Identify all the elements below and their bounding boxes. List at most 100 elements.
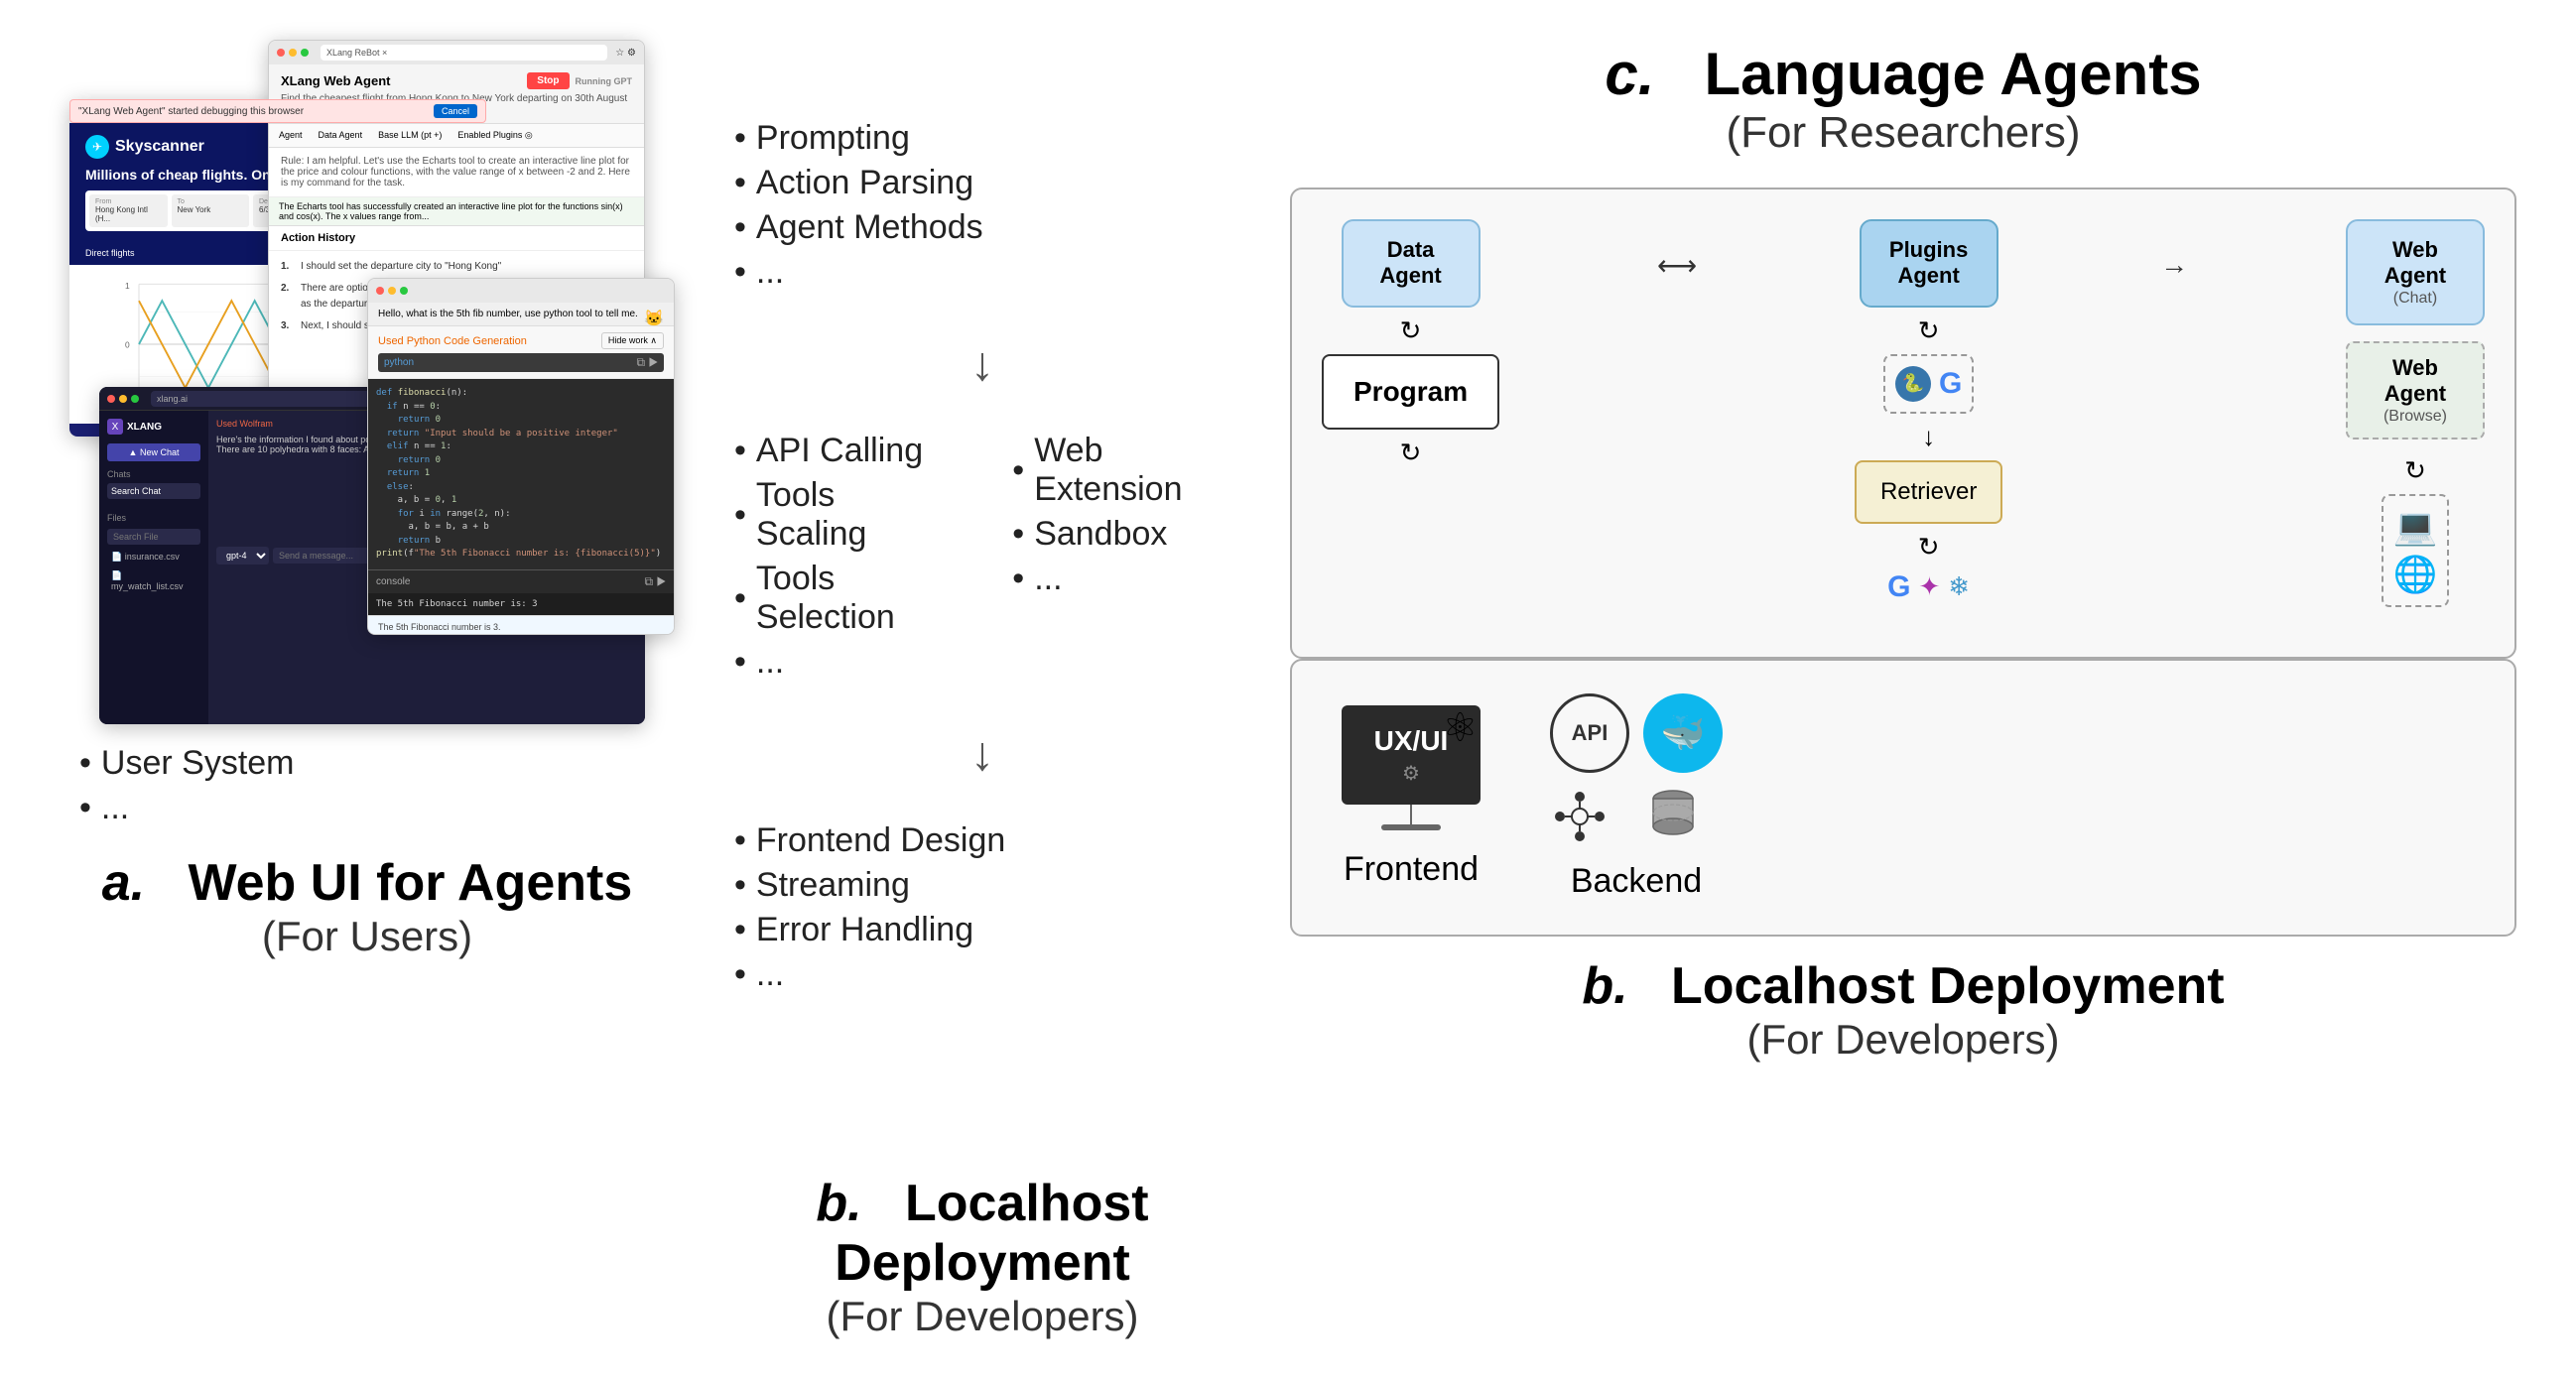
to-value: New York: [178, 205, 244, 214]
data-agent-box: Data Agent: [1342, 219, 1481, 308]
agent-top-row: Data Agent ↻ Program ↻ ⟷ Plugins: [1322, 219, 2485, 607]
agent-methods-item: Agent Methods: [734, 208, 1230, 247]
wolfram-used-label: Used Wolfram: [216, 419, 273, 429]
action-num-3: 3.: [281, 318, 295, 334]
section-c-label-title: c. Language Agents: [1290, 40, 2516, 108]
down-arrow-1: ↓: [734, 337, 1230, 392]
plugins-agent-title: Plugins: [1881, 237, 1977, 263]
tools-scaling-item: Tools Scaling: [734, 476, 953, 554]
settings-gear: ⚙: [1374, 761, 1449, 786]
section-a-label-title: a. Web UI for Agents: [102, 853, 633, 913]
action-history-title: Action History: [269, 226, 644, 251]
xlang-title: XLang Web Agent: [281, 73, 391, 88]
logo-icon: ✈: [85, 135, 109, 159]
agent-tab[interactable]: Agent: [279, 130, 303, 141]
plugins-agent-title2: Agent: [1881, 263, 1977, 289]
network-icon: [1550, 787, 1610, 846]
user-system-ellipsis: ...: [79, 789, 295, 827]
web-agents-col: Web Agent (Chat) Web Agent (Browse) ↻: [2346, 219, 2485, 607]
section-b-label: b.: [816, 1175, 861, 1232]
frontend-list: Frontend Design Streaming Error Handling…: [734, 821, 1230, 1000]
api-icon: API: [1550, 693, 1629, 773]
base-llm-tab[interactable]: Base LLM (pt +): [378, 130, 442, 141]
web-agent-browse-box: Web Agent (Browse): [2346, 341, 2485, 439]
plugins-agent-box: Plugins Agent: [1860, 219, 1998, 308]
user-system-item: User System: [79, 744, 295, 783]
chat-maximize-dot: [131, 395, 139, 403]
xlang-brand: X XLANG: [107, 419, 200, 435]
to-field[interactable]: To New York: [172, 194, 250, 227]
prompting-list: Prompting Action Parsing Agent Methods .…: [734, 119, 1230, 298]
python-lang-bar: python ⧉ ▶: [378, 353, 664, 372]
enabled-plugins-tab[interactable]: Enabled Plugins ◎: [457, 130, 532, 141]
stop-button[interactable]: Stop: [527, 72, 569, 89]
arrow-down-retriever: ↓: [1922, 422, 1935, 452]
web-extension-item: Web Extension: [1012, 432, 1230, 509]
right-section: c. Language Agents (For Researchers) Dat…: [1290, 40, 2516, 1340]
gpt-selector[interactable]: gpt-4: [216, 547, 269, 565]
web-agent-browse-title: Web: [2364, 355, 2467, 381]
retriever-icons-row: G ✦ ❄: [1887, 570, 1970, 604]
sandbox-item: Sandbox: [1012, 515, 1230, 554]
retriever-label: Retriever: [1880, 478, 1977, 505]
middle-bullets-row: API Calling Tools Scaling Tools Selectio…: [734, 432, 1230, 688]
monitor-base: [1381, 824, 1441, 830]
python-browser-bar: [368, 279, 674, 303]
browser-mockup-container: "XLang Web Agent" started debugging this…: [69, 40, 665, 714]
section-b-right-title-text: Localhost Deployment: [1671, 957, 2225, 1015]
frontend-label: Frontend: [1344, 850, 1479, 889]
action-num-1: 1.: [281, 259, 295, 275]
section-b-right-label-title: b. Localhost Deployment: [1290, 956, 2516, 1016]
output2-line: The 5th Fibonacci number is 3.: [368, 615, 674, 636]
chat-minimize-dot: [119, 395, 127, 403]
refresh-icon-3: ↻: [1918, 315, 1940, 346]
copy-icon[interactable]: ⧉ ▶: [636, 355, 658, 370]
backend-icons-grid: API 🐳: [1550, 693, 1723, 846]
tools-dashed-box: 🐍 G: [1883, 354, 1974, 414]
section-c-subtitle: (For Researchers): [1290, 108, 2516, 158]
action-num-2: 2.: [281, 281, 295, 313]
console-output: The 5th Fibonacci number is: 3: [368, 593, 674, 615]
prompting-item: Prompting: [734, 119, 1230, 158]
section-a-label: a.: [102, 854, 145, 912]
tool-icons-row1: 🐍 G: [1895, 366, 1962, 402]
user-avatar: 🐱: [644, 309, 664, 328]
agent-debug-bar: "XLang Web Agent" started debugging this…: [69, 99, 486, 123]
action-text-1: I should set the departure city to "Hong…: [301, 259, 501, 275]
file-search-input[interactable]: [107, 529, 200, 545]
frontend-box: UX/UI ⚛ ⚙ Frontend: [1332, 705, 1490, 889]
agent-bar-text: "XLang Web Agent" started debugging this…: [78, 106, 304, 117]
main-container: "XLang Web Agent" started debugging this…: [0, 0, 2576, 1380]
data-agent-col: Data Agent ↻ Program ↻: [1322, 219, 1499, 468]
web-ext-dashed-box: 💻 🌐: [2382, 494, 2450, 607]
section-c-header: c. Language Agents (For Researchers): [1290, 40, 2516, 158]
search-chat-item[interactable]: Search Chat: [107, 483, 200, 499]
arrow-left-1: ⟷: [1657, 249, 1697, 282]
data-agent-title: Data: [1363, 237, 1459, 263]
plugins-col: Plugins Agent ↻ 🐍 G ↓: [1855, 219, 2002, 604]
backend-box: API 🐳: [1550, 693, 1723, 901]
console-actions[interactable]: ⧉ ▶: [644, 574, 666, 589]
backend-label: Backend: [1571, 862, 1702, 901]
cancel-button[interactable]: Cancel: [434, 104, 477, 118]
user-message-text: Hello, what is the 5th fib number, use p…: [378, 309, 638, 319]
google-icon-2: G: [1887, 570, 1910, 604]
python-icon: 🐍: [1895, 366, 1931, 402]
sidebar-spacer: [107, 501, 200, 513]
section-b-label-title: b. Localhost Deployment: [734, 1174, 1230, 1293]
snowflake-icon: ❄: [1948, 571, 1970, 602]
lang-agents-diagram: Data Agent ↻ Program ↻ ⟷ Plugins: [1290, 188, 2516, 659]
data-agent-tab[interactable]: Data Agent: [319, 130, 363, 141]
error-handling-item: Error Handling: [734, 911, 1230, 949]
user-message: Hello, what is the 5th fib number, use p…: [368, 303, 674, 326]
new-chat-button[interactable]: ▲ New Chat: [107, 443, 200, 461]
program-box: Program: [1322, 354, 1499, 430]
hide-work-button[interactable]: Hide work ∧: [601, 332, 664, 349]
running-gpt-label: Running GPT: [576, 76, 633, 86]
xlang-url: XLang ReBot ×: [321, 45, 607, 61]
ux-ui-text: UX/UI: [1374, 725, 1449, 757]
from-field[interactable]: From Hong Kong Intl (H...: [89, 194, 168, 227]
rule-text: Rule: I am helpful. Let's use the Echart…: [269, 148, 644, 197]
monitor-icon: UX/UI ⚛ ⚙: [1332, 705, 1490, 834]
retriever-box: Retriever: [1855, 460, 2002, 524]
